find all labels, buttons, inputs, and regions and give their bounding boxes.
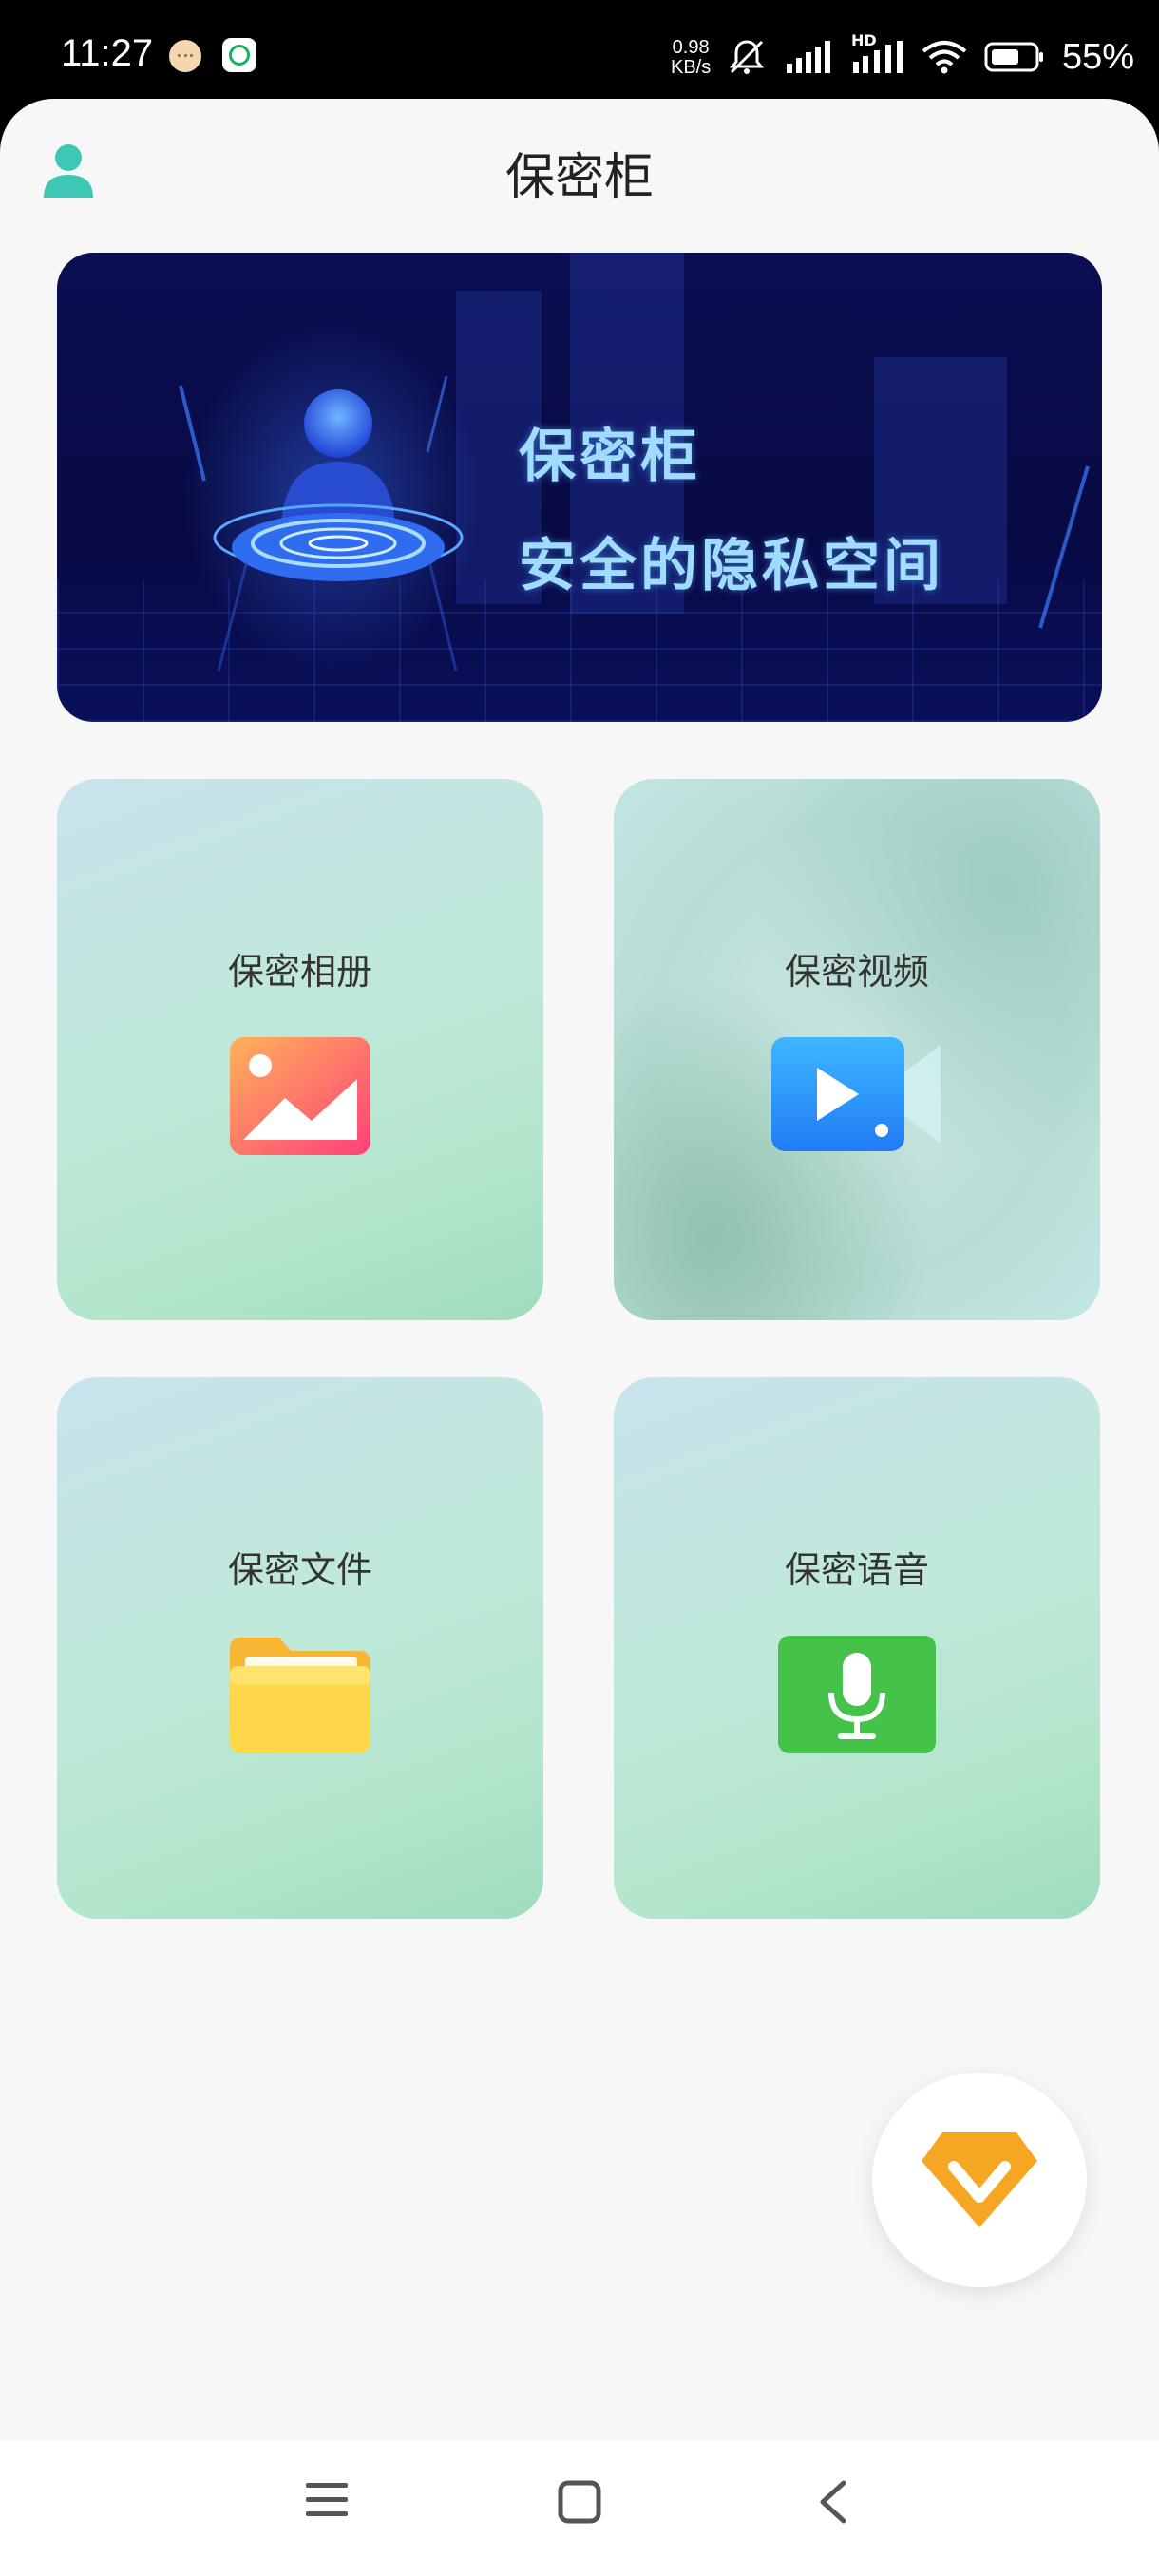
video-camera-icon — [771, 1037, 942, 1155]
card-secure-video[interactable]: 保密视频 — [614, 779, 1100, 1320]
signal-icon — [785, 41, 834, 73]
banner-title: 保密柜 — [519, 424, 701, 490]
card-secure-voice[interactable]: 保密语音 — [614, 1377, 1100, 1919]
card-secure-files[interactable]: 保密文件 — [57, 1377, 543, 1919]
battery-percent: 55% — [1062, 36, 1135, 77]
card-label: 保密文件 — [227, 1549, 372, 1591]
navigation-bar — [0, 2441, 1159, 2576]
network-type: HD — [851, 31, 877, 49]
vip-diamond-icon — [922, 2132, 1037, 2227]
card-label: 保密语音 — [784, 1549, 929, 1591]
banner-text: 保密柜 安全的隐私空间 — [519, 410, 944, 602]
app-container: 保密柜 保密柜 安全的隐私空间 保密相册 保密视频 保密文件 保密语音 — [0, 99, 1159, 2441]
net-speed-value: 0.98 — [672, 37, 710, 58]
card-label: 保密视频 — [784, 951, 929, 993]
card-label: 保密相册 — [227, 951, 372, 993]
photo-album-icon — [230, 1037, 370, 1159]
bell-muted-icon — [726, 36, 768, 78]
page-title: 保密柜 — [504, 149, 654, 206]
app-icon — [222, 38, 256, 72]
banner-subtitle: 安全的隐私空间 — [519, 533, 944, 599]
banner-light-beam — [1038, 465, 1090, 629]
status-time: 11:27 — [61, 32, 154, 74]
status-bar: 11:27 0.98 KB/s HD 55% — [0, 0, 1159, 104]
user-hologram-icon — [179, 375, 464, 672]
wifi-icon — [922, 40, 967, 74]
banner[interactable]: 保密柜 安全的隐私空间 — [57, 253, 1102, 722]
signal-hd-icon: HD — [851, 31, 904, 73]
back-icon[interactable] — [815, 2479, 853, 2529]
net-speed: 0.98 KB/s — [671, 38, 711, 78]
home-icon[interactable] — [557, 2479, 602, 2529]
net-speed-unit: KB/s — [671, 57, 712, 78]
vip-button[interactable] — [872, 2073, 1087, 2287]
folder-icon — [230, 1636, 370, 1757]
microphone-icon — [778, 1636, 936, 1757]
card-secure-album[interactable]: 保密相册 — [57, 779, 543, 1320]
battery-icon — [984, 41, 1045, 73]
chat-bubble-icon — [169, 40, 201, 72]
menu-icon[interactable] — [304, 2479, 350, 2525]
